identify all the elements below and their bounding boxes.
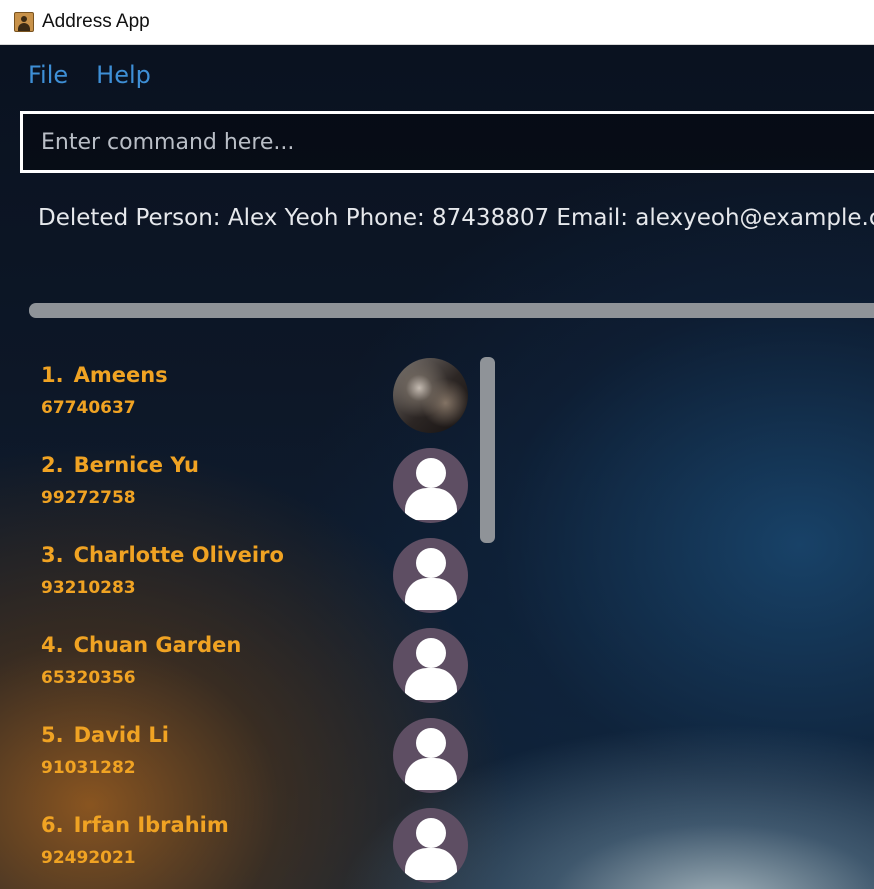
app-window: Address App File Help Deleted Person: Al… — [0, 0, 874, 889]
person-index: 6. — [41, 813, 64, 837]
person-name-text: Ameens — [73, 363, 168, 387]
person-name: 3. Charlotte Oliveiro — [41, 543, 284, 567]
address-book-icon — [14, 12, 34, 32]
command-box — [20, 111, 874, 173]
result-display: Deleted Person: Alex Yeoh Phone: 8743880… — [38, 205, 874, 231]
person-card[interactable]: 2. Bernice Yu 99272758 — [0, 435, 480, 525]
person-name-text: Chuan Garden — [73, 633, 242, 657]
person-phone: 65320356 — [41, 668, 136, 688]
default-user-icon — [393, 808, 468, 883]
split-pane-divider[interactable] — [29, 303, 874, 318]
person-index: 4. — [41, 633, 64, 657]
person-phone: 67740637 — [41, 398, 136, 418]
person-index: 1. — [41, 363, 64, 387]
avatar-photo — [393, 358, 468, 433]
person-list: 1. Ameens 67740637 2. Bernice Yu 99272758 … — [0, 345, 480, 889]
person-card[interactable]: 1. Ameens 67740637 — [0, 345, 480, 435]
person-name: 1. Ameens — [41, 363, 168, 387]
person-name-text: Bernice Yu — [73, 453, 199, 477]
command-input[interactable] — [23, 114, 874, 170]
menu-help[interactable]: Help — [96, 61, 151, 89]
list-scrollbar-thumb[interactable] — [480, 357, 495, 543]
default-user-icon — [393, 718, 468, 793]
person-card[interactable]: 3. Charlotte Oliveiro 93210283 — [0, 525, 480, 615]
menu-bar: File Help — [0, 45, 874, 105]
person-name-text: Irfan Ibrahim — [73, 813, 229, 837]
menu-file[interactable]: File — [28, 61, 68, 89]
main-content: File Help Deleted Person: Alex Yeoh Phon… — [0, 45, 874, 889]
person-index: 2. — [41, 453, 64, 477]
person-phone: 93210283 — [41, 578, 136, 598]
person-card[interactable]: 6. Irfan Ibrahim 92492021 — [0, 795, 480, 885]
person-name-text: David Li — [73, 723, 170, 747]
person-name: 6. Irfan Ibrahim — [41, 813, 229, 837]
person-card[interactable]: 4. Chuan Garden 65320356 — [0, 615, 480, 705]
person-phone: 99272758 — [41, 488, 136, 508]
person-card[interactable]: 5. David Li 91031282 — [0, 705, 480, 795]
default-user-icon — [393, 448, 468, 523]
default-user-icon — [393, 628, 468, 703]
person-index: 3. — [41, 543, 64, 567]
person-index: 5. — [41, 723, 64, 747]
person-phone: 92492021 — [41, 848, 136, 868]
person-name-text: Charlotte Oliveiro — [73, 543, 284, 567]
person-name: 2. Bernice Yu — [41, 453, 199, 477]
person-name: 5. David Li — [41, 723, 169, 747]
person-name: 4. Chuan Garden — [41, 633, 241, 657]
person-phone: 91031282 — [41, 758, 136, 778]
title-bar: Address App — [0, 0, 874, 45]
window-title: Address App — [42, 11, 150, 32]
default-user-icon — [393, 538, 468, 613]
